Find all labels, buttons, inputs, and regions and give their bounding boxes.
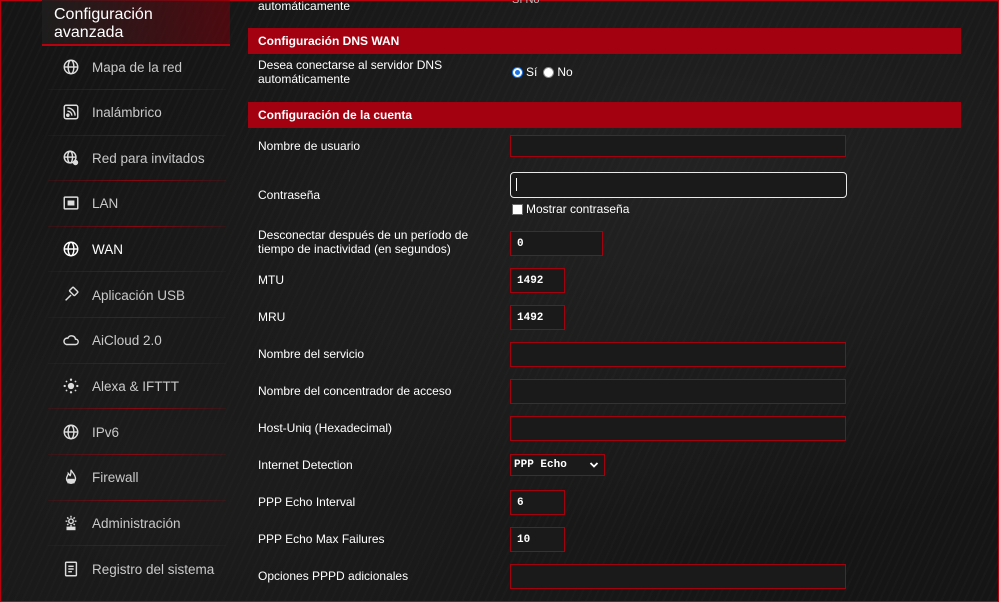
internet-detection-value: PPP Echo — [514, 459, 567, 471]
dns-auto-no-radio[interactable] — [543, 66, 555, 78]
dns-auto-radio-group: Sí No — [512, 65, 579, 79]
dns-auto-yes-radio[interactable] — [512, 66, 523, 78]
divider — [48, 180, 226, 181]
sidebar-item-label: Registro del sistema — [92, 561, 215, 577]
sidebar-item-firewall[interactable]: Firewall — [48, 460, 226, 494]
mtu-input[interactable] — [510, 268, 565, 293]
idle-timeout-label: Desconectar después de un período de tie… — [258, 228, 469, 256]
sidebar-item-label: Firewall — [92, 469, 139, 485]
wireless-icon — [60, 101, 82, 123]
host-uniq-input[interactable] — [510, 416, 846, 441]
password-label: Contraseña — [258, 188, 321, 202]
sidebar-item-ipv6[interactable]: IPv6 — [48, 415, 226, 449]
divider — [48, 408, 226, 409]
divider — [48, 271, 226, 272]
sidebar-item-aicloud[interactable]: AiCloud 2.0 — [48, 323, 226, 357]
sidebar-item-label: Inalámbrico — [92, 104, 162, 120]
divider — [48, 89, 226, 90]
guest-network-icon — [60, 147, 82, 169]
divider — [48, 363, 226, 364]
access-concentrator-input[interactable] — [510, 379, 846, 404]
sidebar-title: Configuración avanzada — [54, 6, 153, 41]
sidebar-item-guest-network[interactable]: Red para invitados — [48, 141, 226, 175]
sidebar-item-alexa[interactable]: Alexa & IFTTT — [48, 369, 226, 403]
sidebar-item-network-map[interactable]: Mapa de la red — [48, 50, 226, 84]
divider — [48, 500, 226, 501]
dns-auto-label: Desea conectarse al servidor DNS automát… — [258, 58, 443, 86]
firewall-icon — [60, 466, 82, 488]
wan-globe-icon — [60, 238, 82, 260]
sidebar-item-label: Aplicación USB — [92, 287, 186, 303]
sidebar-header: Configuración avanzada — [42, 0, 230, 46]
cloud-icon — [60, 329, 82, 351]
sidebar-item-system-log[interactable]: Registro del sistema — [48, 552, 226, 586]
sidebar-item-label: WAN — [92, 241, 123, 257]
echo-failures-input[interactable] — [510, 527, 565, 552]
show-password-checkbox[interactable] — [512, 203, 523, 215]
password-input[interactable] — [510, 172, 847, 198]
main-content: automáticamente Sí No Configuración DNS … — [248, 0, 961, 602]
dns-auto-yes-label: Sí — [526, 65, 538, 79]
divider — [48, 545, 226, 546]
sidebar-item-wireless[interactable]: Inalámbrico — [48, 95, 226, 129]
show-password-label: Mostrar contraseña — [526, 202, 630, 216]
sidebar: Configuración avanzada Mapa de la red In… — [42, 0, 230, 602]
sidebar-item-usb[interactable]: Aplicación USB — [48, 278, 226, 312]
chevron-down-icon — [589, 462, 599, 468]
sidebar-item-label: LAN — [92, 195, 119, 211]
sidebar-item-label: Red para invitados — [92, 150, 205, 166]
mru-label: MRU — [258, 310, 286, 324]
text-cursor — [516, 178, 517, 191]
sidebar-item-administration[interactable]: Administración — [48, 506, 226, 540]
partial-row-radios: Sí No — [512, 0, 540, 6]
alexa-icon — [60, 375, 82, 397]
gear-icon — [60, 512, 82, 534]
internet-detection-select[interactable]: PPP Echo — [510, 454, 605, 476]
service-name-input[interactable] — [510, 342, 846, 367]
log-icon — [60, 558, 82, 580]
idle-timeout-input[interactable] — [510, 231, 603, 256]
internet-detection-label: Internet Detection — [258, 458, 353, 472]
ipv6-globe-icon — [60, 421, 82, 443]
account-section-header: Configuración de la cuenta — [248, 102, 961, 128]
sidebar-item-label: Alexa & IFTTT — [92, 378, 180, 394]
sidebar-item-label: Administración — [92, 515, 181, 531]
partial-row-label: automáticamente — [258, 0, 351, 13]
username-label: Nombre de usuario — [258, 139, 361, 153]
mtu-label: MTU — [258, 273, 284, 287]
partial-radio-no[interactable]: No — [525, 0, 539, 6]
sidebar-item-label: Mapa de la red — [92, 59, 183, 75]
sidebar-item-wan[interactable]: WAN — [48, 232, 226, 266]
dns-section-header: Configuración DNS WAN — [248, 28, 961, 54]
echo-interval-label: PPP Echo Interval — [258, 495, 356, 509]
host-uniq-label: Host-Uniq (Hexadecimal) — [258, 421, 393, 435]
pppd-options-label: Opciones PPPD adicionales — [258, 569, 409, 583]
echo-interval-input[interactable] — [510, 490, 565, 515]
partial-radio-yes[interactable]: Sí — [512, 0, 522, 6]
pppd-options-input[interactable] — [510, 564, 846, 589]
divider — [48, 135, 226, 136]
globe-icon — [60, 56, 82, 78]
mru-input[interactable] — [510, 305, 565, 330]
divider — [48, 454, 226, 455]
access-concentrator-label: Nombre del concentrador de acceso — [258, 384, 452, 398]
username-input[interactable] — [510, 135, 846, 157]
sidebar-item-label: AiCloud 2.0 — [92, 332, 162, 348]
divider — [48, 317, 226, 318]
lan-icon — [60, 192, 82, 214]
usb-icon — [60, 284, 82, 306]
sidebar-item-lan[interactable]: LAN — [48, 186, 226, 220]
service-name-label: Nombre del servicio — [258, 347, 365, 361]
sidebar-item-label: IPv6 — [92, 424, 120, 440]
divider — [48, 226, 226, 227]
show-password-row: Mostrar contraseña — [512, 202, 629, 216]
echo-failures-label: PPP Echo Max Failures — [258, 532, 385, 546]
dns-auto-no-label: No — [557, 65, 573, 79]
